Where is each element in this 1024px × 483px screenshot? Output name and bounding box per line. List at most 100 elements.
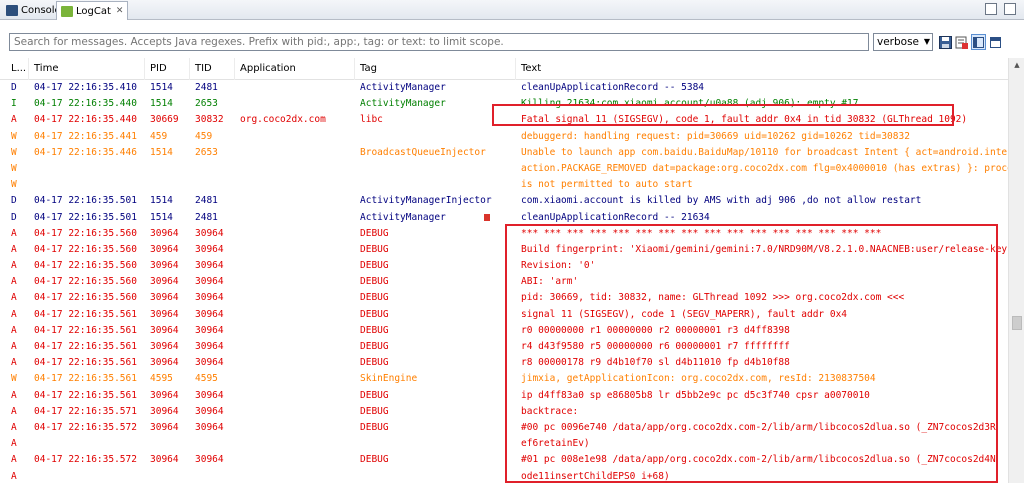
save-log-button[interactable] — [938, 34, 953, 50]
row-tid: 30964 — [195, 341, 224, 352]
row-time: 04-17 22:16:35.571 — [34, 405, 137, 417]
row-pid: 30964 — [150, 243, 179, 255]
col-text[interactable]: Text — [521, 63, 541, 74]
row-level: A — [11, 341, 17, 352]
row-tag: ActivityManagerInjector — [360, 195, 492, 207]
scroll-up-icon[interactable]: ▲ — [1009, 58, 1024, 72]
row-tid: 4595 — [195, 373, 218, 385]
tab-logcat-label: LogCat — [76, 5, 111, 17]
console-icon — [6, 5, 18, 16]
row-tag: DEBUG — [360, 324, 389, 336]
maximize-button[interactable] — [1004, 3, 1016, 15]
view-tab-bar: Console LogCat ✕ — [0, 0, 1024, 20]
row-time: 04-17 22:16:35.501 — [34, 195, 137, 207]
row-tid: 2481 — [195, 195, 218, 207]
row-tag: DEBUG — [360, 357, 389, 369]
row-pid: 1514 — [150, 195, 173, 207]
table-row[interactable]: Waction.PACKAGE_REMOVED dat=package:org.… — [0, 161, 1008, 177]
row-tag: DEBUG — [360, 341, 389, 352]
close-icon[interactable]: ✕ — [116, 6, 124, 16]
row-text: action.PACKAGE_REMOVED dat=package:org.c… — [521, 162, 1008, 174]
row-tid: 30964 — [195, 357, 224, 369]
row-tag: DEBUG — [360, 243, 389, 255]
row-level: I — [11, 98, 17, 110]
col-tag[interactable]: Tag — [360, 63, 377, 74]
row-text: com.xiaomi.account is killed by AMS with… — [521, 195, 922, 207]
table-row[interactable]: W 04-17 22:16:35.441 459 459 debuggerd: hand… — [0, 129, 1008, 145]
tab-logcat[interactable]: LogCat ✕ — [56, 1, 129, 20]
col-application[interactable]: Application — [240, 63, 296, 74]
log-level-select[interactable]: verbose ▼ — [873, 33, 933, 51]
log-level-value: verbose — [877, 36, 920, 48]
col-tid[interactable]: TID — [195, 63, 212, 74]
row-tid: 2653 — [195, 98, 218, 110]
row-tag: BroadcastQueueInjector — [360, 146, 486, 158]
col-time[interactable]: Time — [34, 63, 58, 74]
save-icon — [939, 35, 952, 49]
row-text: cleanUpApplicationRecord -- 21634 — [521, 211, 710, 223]
row-time: 04-17 22:16:35.561 — [34, 341, 137, 352]
row-time: 04-17 22:16:35.572 — [34, 421, 137, 433]
row-level: A — [11, 292, 17, 304]
col-level[interactable]: L... — [11, 63, 26, 74]
row-time: 04-17 22:16:35.560 — [34, 243, 137, 255]
table-row[interactable]: D 04-17 22:16:35.410 1514 2481 ActivityManag… — [0, 80, 1008, 96]
row-tid: 30964 — [195, 308, 224, 320]
row-time: 04-17 22:16:35.561 — [34, 308, 137, 320]
row-time: 04-17 22:16:35.560 — [34, 292, 137, 304]
row-tag: DEBUG — [360, 454, 389, 466]
row-pid: 30964 — [150, 357, 179, 369]
row-time: 04-17 22:16:35.560 — [34, 227, 137, 239]
row-tid: 30964 — [195, 454, 224, 466]
row-tid: 459 — [195, 130, 213, 142]
highlight-debug-trace — [505, 224, 998, 483]
search-input[interactable] — [9, 33, 869, 51]
row-text: is not permitted to auto start — [521, 179, 693, 191]
row-tid: 2653 — [195, 146, 218, 158]
layout-split-icon — [990, 36, 1001, 48]
row-application: org.coco2dx.com — [240, 114, 326, 126]
row-level: D — [11, 82, 17, 93]
row-tag: DEBUG — [360, 308, 389, 320]
row-time: 04-17 22:16:35.440 — [34, 98, 137, 110]
clear-log-button[interactable] — [954, 34, 969, 50]
row-time: 04-17 22:16:35.441 — [34, 130, 137, 142]
col-pid[interactable]: PID — [150, 63, 167, 74]
row-tag: SkinEngine — [360, 373, 418, 385]
horizontal-layout-toggle[interactable] — [988, 34, 1003, 50]
row-tag: DEBUG — [360, 389, 389, 401]
scrollbar-thumb[interactable] — [1012, 316, 1022, 330]
row-level: A — [11, 243, 17, 255]
row-level: W — [11, 130, 17, 142]
row-tid: 30964 — [195, 389, 224, 401]
row-level: W — [11, 373, 17, 385]
row-level: W — [11, 179, 17, 191]
row-level: A — [11, 438, 17, 450]
vertical-layout-toggle[interactable] — [971, 34, 986, 50]
row-tag: DEBUG — [360, 227, 389, 239]
vertical-scrollbar[interactable]: ▲ — [1008, 58, 1024, 483]
clear-log-icon — [955, 36, 968, 49]
row-level: D — [11, 211, 17, 223]
row-level: A — [11, 389, 17, 401]
table-row[interactable]: W is not permitted to auto start — [0, 177, 1008, 193]
row-tag: DEBUG — [360, 276, 389, 288]
row-level: A — [11, 260, 17, 272]
row-level: W — [11, 162, 17, 174]
row-tag: DEBUG — [360, 292, 389, 304]
row-tid: 30832 — [195, 114, 224, 126]
row-pid: 30964 — [150, 454, 179, 466]
table-row[interactable]: D 04-17 22:16:35.501 1514 2481 ActivityManag… — [0, 193, 1008, 209]
row-pid: 30964 — [150, 324, 179, 336]
table-header: L... Time PID TID Application Tag Text — [0, 58, 1008, 80]
row-pid: 1514 — [150, 211, 173, 223]
row-pid: 30964 — [150, 292, 179, 304]
row-time: 04-17 22:16:35.572 — [34, 454, 137, 466]
minimize-button[interactable] — [985, 3, 997, 15]
row-tag: ActivityManager — [360, 82, 446, 93]
row-tid: 30964 — [195, 243, 224, 255]
row-level: A — [11, 114, 17, 126]
row-time: 04-17 22:16:35.440 — [34, 114, 137, 126]
row-tag: DEBUG — [360, 405, 389, 417]
table-row[interactable]: W 04-17 22:16:35.446 1514 2653 BroadcastQueu… — [0, 145, 1008, 161]
